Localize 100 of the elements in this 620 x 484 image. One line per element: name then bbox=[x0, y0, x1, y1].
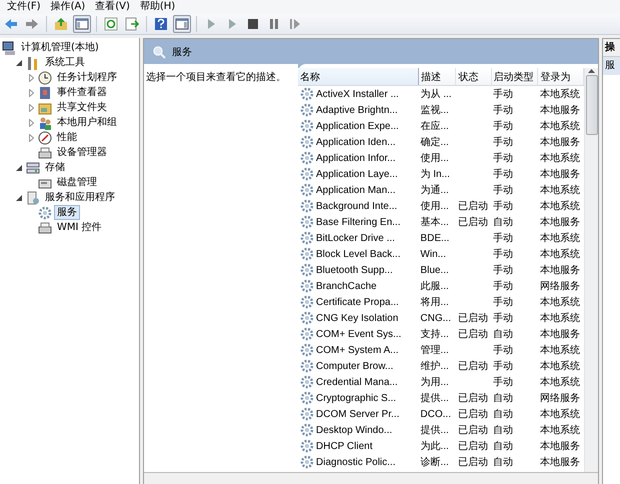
help-icon bbox=[154, 17, 168, 31]
tree-item[interactable]: 磁盘管理 bbox=[54, 175, 100, 190]
table-cell: 手动 bbox=[493, 249, 514, 260]
service-name: Desktop Windo... bbox=[316, 424, 392, 436]
table-cell: 提供... bbox=[420, 393, 449, 404]
table-cell: 手动 bbox=[493, 377, 514, 388]
actions-title: 操 bbox=[603, 39, 620, 57]
console-tree-button[interactable] bbox=[73, 15, 91, 33]
menu-item[interactable]: 操作(A) bbox=[46, 0, 90, 14]
service-name: DHCP Client bbox=[316, 440, 372, 452]
tools-icon bbox=[26, 56, 40, 70]
menu-item[interactable]: 文件(F) bbox=[2, 0, 46, 14]
table-cell: 使用... bbox=[420, 201, 449, 212]
up-folder-button[interactable] bbox=[52, 15, 70, 33]
table-cell: 自动 bbox=[493, 441, 514, 452]
gear-icon bbox=[300, 455, 314, 469]
tree-item[interactable]: 服务和应用程序 bbox=[42, 190, 118, 205]
tree-item[interactable]: 性能 bbox=[54, 130, 80, 145]
gear-icon bbox=[300, 263, 314, 277]
tree-item[interactable]: 事件查看器 bbox=[54, 85, 110, 100]
table-cell: 已启动 bbox=[458, 217, 488, 228]
column-header[interactable]: 启动类型 bbox=[491, 68, 538, 86]
gear-icon bbox=[300, 183, 314, 197]
table-cell: 本地系统 bbox=[540, 297, 580, 308]
table-cell: 为通... bbox=[420, 185, 449, 196]
table-cell: 本地系统 bbox=[540, 345, 580, 356]
table-cell: Blue... bbox=[420, 264, 449, 276]
action-item[interactable]: 服 bbox=[603, 57, 620, 75]
tree-item[interactable]: 系统工具 bbox=[42, 55, 88, 70]
export-button[interactable] bbox=[123, 15, 141, 33]
table-cell: 手动 bbox=[493, 153, 514, 164]
menu-item[interactable]: 帮助(H) bbox=[134, 0, 180, 14]
scrollbar-thumb[interactable] bbox=[586, 75, 598, 135]
table-cell: 已启动 bbox=[458, 457, 488, 468]
table-cell: 手动 bbox=[493, 137, 514, 148]
table-cell: 手动 bbox=[493, 265, 514, 276]
column-header[interactable]: 状态 bbox=[456, 68, 492, 86]
refresh-icon bbox=[104, 17, 118, 31]
column-header[interactable]: 名称 bbox=[298, 68, 418, 86]
tree-item[interactable]: 服务 bbox=[54, 205, 80, 220]
service-name: COM+ System A... bbox=[316, 344, 399, 356]
tree-item[interactable]: 计算机管理(本地) bbox=[18, 40, 102, 55]
tree-item[interactable]: WMI 控件 bbox=[54, 220, 105, 235]
tree-item[interactable]: 任务计划程序 bbox=[54, 70, 120, 85]
description-text: 选择一个项目来查看它的描述。 bbox=[146, 72, 286, 83]
table-cell: 本地服务 bbox=[540, 169, 580, 180]
menu-item[interactable]: 查看(V) bbox=[90, 0, 135, 14]
gear-icon bbox=[300, 103, 314, 117]
tree-item[interactable]: 存储 bbox=[42, 160, 68, 175]
service-name: Application Iden... bbox=[316, 136, 396, 148]
table-cell: 已启动 bbox=[458, 441, 488, 452]
table-cell: 为此... bbox=[420, 441, 449, 452]
table-cell: 本地服务 bbox=[540, 105, 580, 116]
gear-icon bbox=[300, 167, 314, 181]
table-cell: 此服... bbox=[420, 281, 449, 292]
table-cell: 本地系统 bbox=[540, 233, 580, 244]
table-cell: 基本... bbox=[420, 217, 449, 228]
tree-item[interactable]: 共享文件夹 bbox=[54, 100, 110, 115]
gear-icon bbox=[300, 87, 314, 101]
table-cell: 为 In... bbox=[420, 169, 450, 180]
column-header[interactable]: 描述 bbox=[418, 68, 456, 86]
table-cell: 本地服务 bbox=[540, 329, 580, 340]
clock-icon bbox=[38, 70, 52, 84]
table-cell: 手动 bbox=[493, 345, 514, 356]
table-cell: 诊断... bbox=[420, 457, 449, 468]
service-name: CNG Key Isolation bbox=[316, 312, 398, 324]
folder-up-icon bbox=[54, 17, 68, 31]
service-name: Base Filtering En... bbox=[316, 216, 400, 228]
tree-item[interactable]: 设备管理器 bbox=[54, 145, 110, 160]
table-cell: 本地服务 bbox=[540, 137, 580, 148]
gear-icon bbox=[300, 391, 314, 405]
gear-icon bbox=[300, 215, 314, 229]
table-cell: 本地系统 bbox=[540, 377, 580, 388]
gear-icon bbox=[300, 423, 314, 437]
table-cell: Win... bbox=[420, 248, 446, 260]
table-cell: 确定... bbox=[420, 137, 449, 148]
service-name: DCOM Server Pr... bbox=[316, 408, 400, 420]
stop-icon bbox=[246, 17, 260, 31]
service-name: Background Inte... bbox=[316, 200, 398, 212]
window-pane-icon bbox=[175, 17, 189, 31]
tree-item[interactable]: 本地用户和组 bbox=[54, 115, 120, 130]
help-button[interactable] bbox=[152, 15, 170, 33]
table-cell: 监视... bbox=[420, 105, 449, 116]
column-header[interactable]: 登录为 bbox=[538, 68, 584, 86]
table-cell: 为用... bbox=[420, 377, 449, 388]
table-cell: 自动 bbox=[493, 217, 514, 228]
table-cell: 维护... bbox=[420, 361, 449, 372]
table-cell: DCO... bbox=[420, 408, 451, 420]
service-name: Application Man... bbox=[316, 184, 396, 196]
table-cell: 本地系统 bbox=[540, 425, 580, 436]
action-pane-button[interactable] bbox=[173, 15, 191, 33]
device-icon bbox=[38, 146, 52, 160]
table-cell: 手动 bbox=[493, 105, 514, 116]
table-cell: 使用... bbox=[420, 153, 449, 164]
scrollbar[interactable] bbox=[584, 68, 598, 472]
refresh-button[interactable] bbox=[102, 15, 120, 33]
table-cell: BDE... bbox=[420, 232, 450, 244]
table-cell: 手动 bbox=[493, 201, 514, 212]
book-icon bbox=[38, 86, 52, 100]
table-cell: 手动 bbox=[493, 297, 514, 308]
